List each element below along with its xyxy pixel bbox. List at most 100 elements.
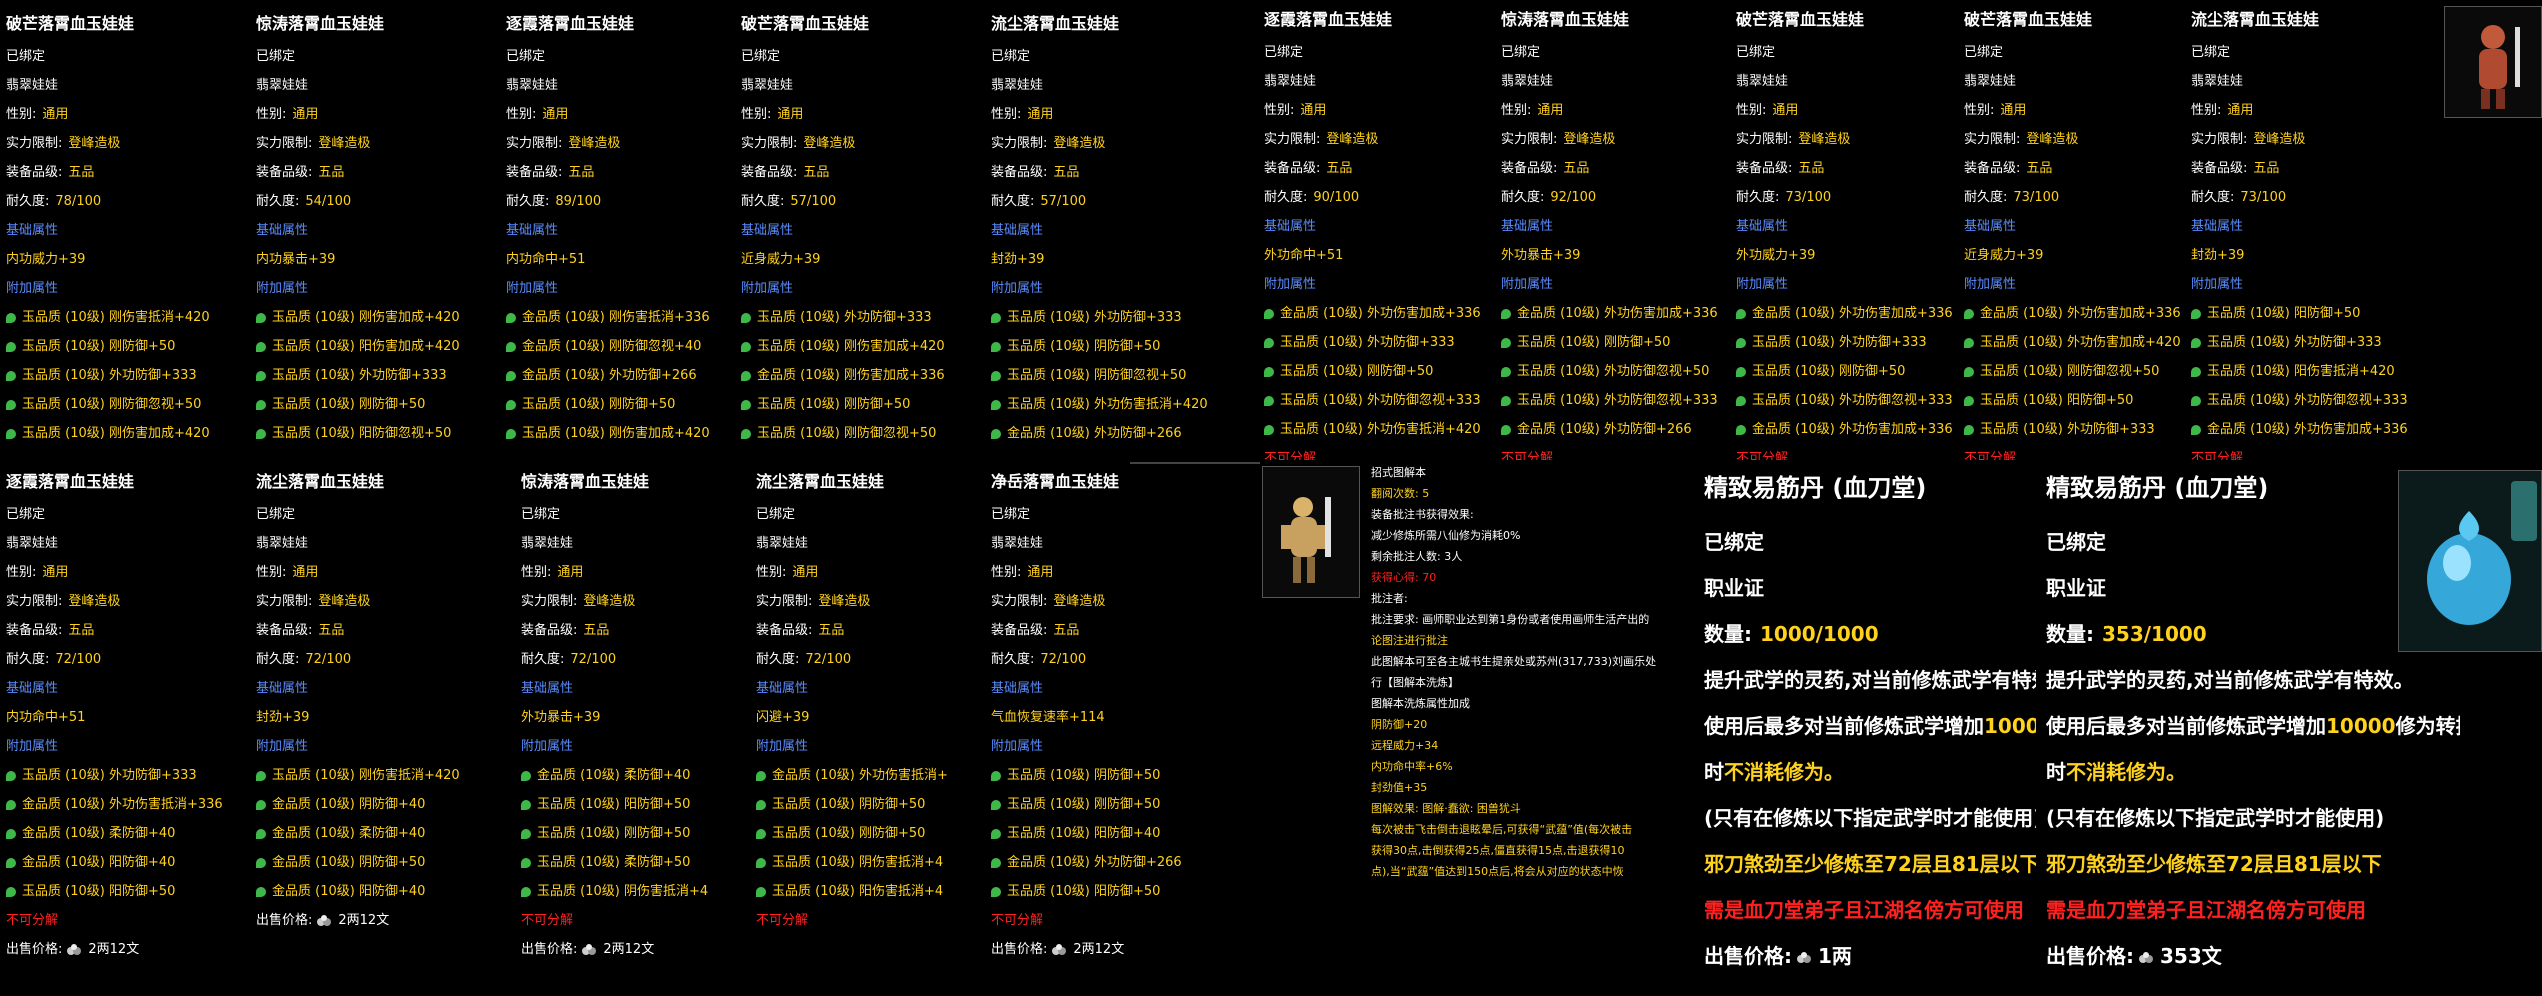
jade-slot: 金品质 (10级) 外功伤害加成+336	[1264, 299, 1488, 328]
row-value: 登峰造极	[583, 594, 636, 609]
pill-desc3: 时不消耗修为。	[1704, 749, 2036, 795]
pill-desc: 提升武学的灵药,对当前修炼武学有特效。	[1704, 668, 2036, 692]
gender-row: 性别: 通用	[256, 100, 498, 129]
row-label: 实力限制:	[1264, 132, 1321, 147]
jade-slot: 玉品质 (10级) 外功伤害加成+420	[1964, 328, 2183, 357]
row-value: 72/100	[1040, 652, 1087, 667]
grade-row: 装备品级: 五品	[1736, 154, 1955, 183]
base-attr: 外功暴击+39	[1501, 248, 1581, 263]
base-attr-header: 基础属性	[1736, 219, 1789, 234]
item-tooltip: 惊涛落霄血玉娃娃 已绑定 翡翠娃娃 性别: 通用 实力限制: 登峰造极 装备品级: 五品 耐久度:…	[515, 462, 755, 996]
row-value: 登峰造极	[1563, 132, 1616, 147]
jade-text: 金品质 (10级) 外功伤害抵消+	[772, 768, 948, 783]
row-label: 装备品级:	[1501, 161, 1558, 176]
bound-status: 已绑定	[256, 49, 296, 64]
row-value: 73/100	[1785, 190, 1832, 205]
jade-text: 玉品质 (10级) 外功防御+333	[1007, 310, 1182, 325]
row-label: 性别:	[991, 107, 1022, 122]
requirement-row: 实力限制: 登峰造极	[256, 129, 498, 158]
jade-icon	[2191, 424, 2201, 435]
jade-text: 玉品质 (10级) 柔防御+50	[537, 855, 691, 870]
jade-slot: 玉品质 (10级) 阴防御忽视+50	[991, 361, 1245, 390]
jade-slot: 玉品质 (10级) 刚防御+50	[991, 790, 1255, 819]
jade-text: 玉品质 (10级) 外功防御忽视+333	[1752, 393, 1953, 408]
row-value: 57/100	[790, 194, 837, 209]
jade-text: 玉品质 (10级) 外功防御+333	[757, 310, 932, 325]
item-type: 翡翠娃娃	[756, 536, 809, 551]
coin-icon	[67, 943, 82, 955]
pill-desc3: 时不消耗修为。	[2046, 749, 2460, 795]
manual-line: 此图解本可至各主城书生提亲处或苏州(317,733)刘画乐处	[1371, 655, 1657, 668]
pill-desc2: 使用后最多对当前修炼武学增加10000修为转换,且使用成	[1704, 703, 2036, 749]
jade-icon	[256, 341, 266, 352]
manual-line: 批注要求: 画师职业达到第1身份或者使用画师生活产出的	[1371, 613, 1650, 626]
jade-text: 玉品质 (10级) 阳防御+40	[1007, 826, 1161, 841]
jade-icon	[1736, 308, 1746, 319]
jade-icon	[256, 370, 266, 381]
jade-slot: 玉品质 (10级) 阴防御+50	[991, 761, 1255, 790]
row-value: 登峰造极	[1053, 594, 1106, 609]
row-label: 实力限制:	[6, 136, 63, 151]
jade-icon	[6, 799, 16, 810]
row-value: 72/100	[55, 652, 102, 667]
row-label: 耐久度:	[506, 194, 550, 209]
jade-icon	[1964, 337, 1974, 348]
durability-row: 耐久度: 72/100	[6, 645, 250, 674]
jade-text: 玉品质 (10级) 阳伤害加成+420	[272, 339, 460, 354]
row-label: 装备品级:	[991, 165, 1048, 180]
jade-text: 金品质 (10级) 外功伤害加成+336	[1752, 422, 1953, 437]
base-attr: 外功威力+39	[1736, 248, 1816, 263]
jade-text: 金品质 (10级) 外功防御+266	[1007, 855, 1182, 870]
jade-text: 玉品质 (10级) 刚防御+50	[1517, 335, 1671, 350]
row-label: 实力限制:	[741, 136, 798, 151]
item-title: 流尘落霄血玉娃娃	[756, 472, 885, 491]
jade-icon	[521, 828, 531, 839]
row-value: 73/100	[2013, 190, 2060, 205]
jade-icon	[256, 770, 266, 781]
jade-slot: 玉品质 (10级) 柔防御+50	[521, 848, 755, 877]
jade-slot: 金品质 (10级) 外功防御+266	[991, 848, 1255, 877]
jade-slot: 玉品质 (10级) 外功防御+333	[1964, 415, 2183, 444]
jade-icon	[256, 828, 266, 839]
desc2c: 修为转换,且使用成	[2395, 714, 2460, 738]
manual-line: 图解本洗炼属性加成	[1371, 697, 1470, 710]
jade-icon	[6, 857, 16, 868]
requirement-row: 实力限制: 登峰造极	[991, 587, 1255, 616]
coin-icon	[1052, 943, 1067, 955]
jade-text: 玉品质 (10级) 刚伤害抵消+420	[272, 768, 460, 783]
row-label: 装备品级:	[256, 623, 313, 638]
jade-slot: 金品质 (10级) 刚伤害加成+336	[741, 361, 965, 390]
jade-slot: 金品质 (10级) 外功防御+266	[1501, 415, 1725, 444]
coin-icon	[1797, 951, 1811, 963]
manual-line: 获得心得: 70	[1371, 571, 1437, 584]
row-value: 登峰造极	[2026, 132, 2079, 147]
jade-text: 玉品质 (10级) 刚伤害加成+420	[522, 426, 710, 441]
blue-pill-icon	[2427, 481, 2537, 625]
jade-text: 玉品质 (10级) 外功防御忽视+50	[1517, 364, 1710, 379]
item-type: 翡翠娃娃	[1964, 74, 2017, 89]
sell-price-value: 2两12文	[338, 913, 390, 928]
jade-slot: 玉品质 (10级) 刚伤害加成+420	[506, 419, 730, 448]
sell-price-value: 2两12文	[603, 942, 655, 957]
manual-tooltip: 招式图解本 翻阅次数: 5 装备批注书获得效果: 减少修炼所需八仙修为消耗0% 剩余批注…	[1365, 462, 1695, 996]
row-value: 登峰造极	[568, 136, 621, 151]
jade-text: 玉品质 (10级) 刚防御忽视+50	[1980, 364, 2160, 379]
jade-slot: 金品质 (10级) 外功伤害抵消+336	[6, 790, 250, 819]
requirement-row: 实力限制: 登峰造极	[741, 129, 965, 158]
row-label: 性别:	[506, 107, 537, 122]
row-value: 通用	[292, 107, 319, 122]
gender-row: 性别: 通用	[6, 100, 248, 129]
row-value: 通用	[42, 565, 69, 580]
durability-row: 耐久度: 72/100	[756, 645, 990, 674]
jade-icon	[991, 312, 1001, 323]
row-value: 90/100	[1313, 190, 1360, 205]
row-value: 登峰造极	[818, 594, 871, 609]
row-label: 装备品级:	[1964, 161, 2021, 176]
sell-price-row: 出售价格: 2两12文	[256, 906, 500, 935]
row-value: 登峰造极	[1053, 136, 1106, 151]
pill-title: 精致易筋丹 (血刀堂)	[1704, 474, 1927, 502]
usage-note: (只有在修炼以下指定武学时才能使用)	[2046, 806, 2385, 830]
row-value: 通用	[777, 107, 804, 122]
row-value: 五品	[583, 623, 610, 638]
row-value: 五品	[1563, 161, 1590, 176]
